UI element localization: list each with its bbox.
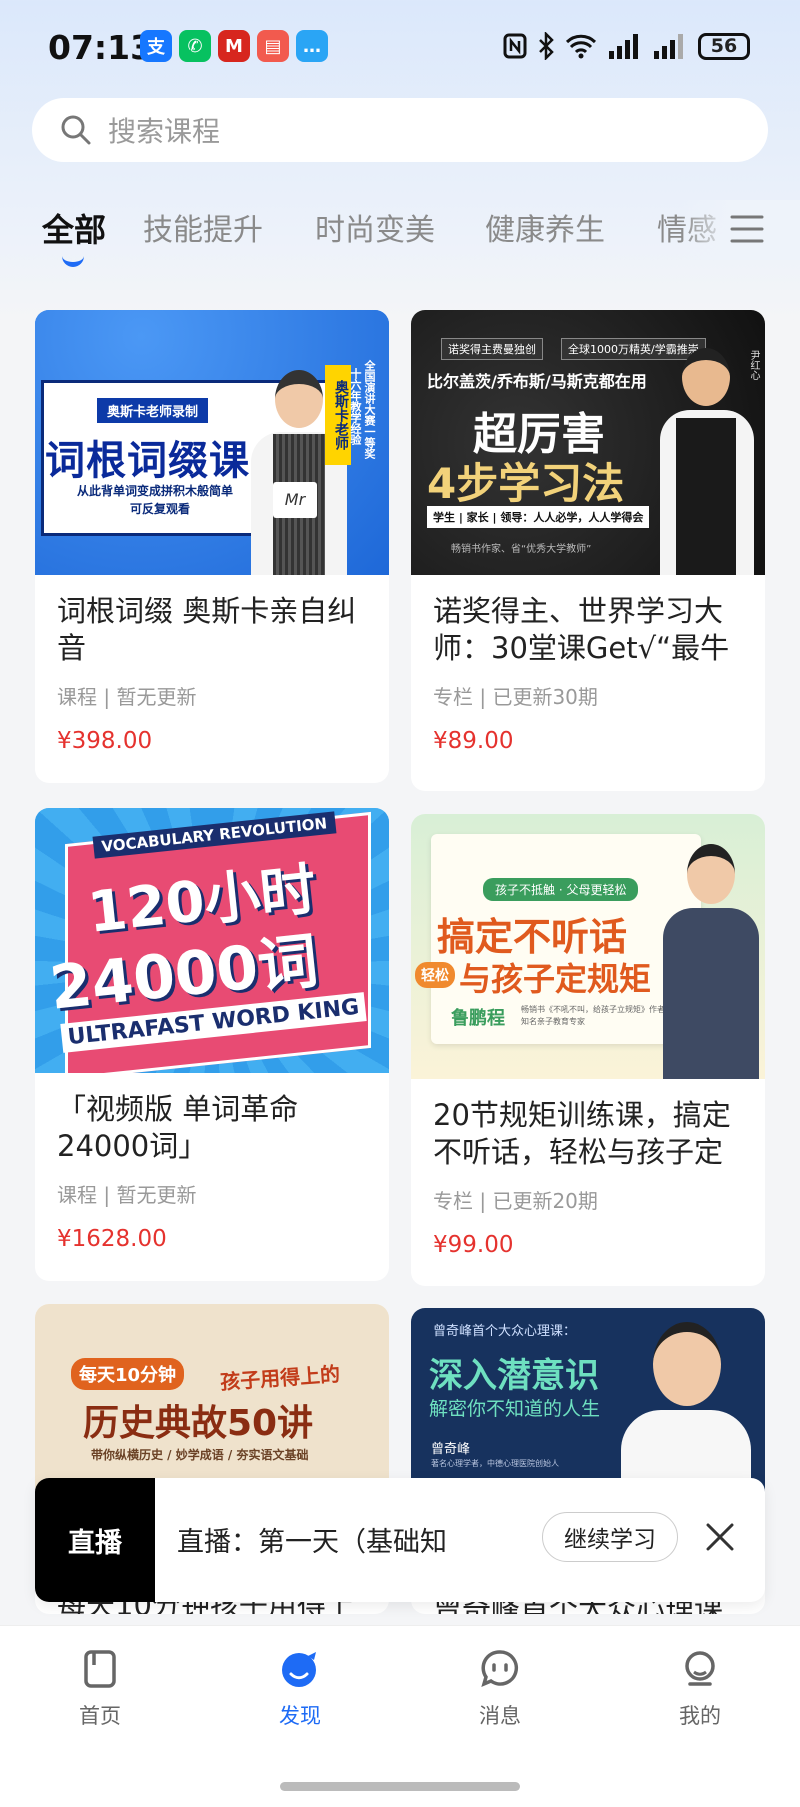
banner-top: 每天10分钟 <box>71 1358 185 1390</box>
course-price: ¥89.00 <box>433 728 514 754</box>
nav-label: 发现 <box>279 1704 321 1728</box>
bottom-nav: 首页 发现 消息 我的 <box>0 1625 800 1807</box>
search-bar[interactable]: 搜索课程 <box>32 98 768 162</box>
status-bar: 07:13 支 ✆ M ▤ … 56 <box>0 0 800 98</box>
wechat-icon: ✆ <box>179 30 211 62</box>
chat-app-icon: … <box>296 30 328 62</box>
banner-sub: 从此背单词变成拼积木般简单 <box>77 484 234 498</box>
live-mini-player[interactable]: 直播 直播：第一天（基础知 继续学习 <box>35 1478 765 1602</box>
banner-tag: 奥斯卡老师录制 <box>97 398 209 423</box>
nav-label: 消息 <box>479 1704 521 1728</box>
status-time: 07:13 <box>48 28 154 67</box>
nav-label: 我的 <box>679 1704 721 1728</box>
teacher-figure <box>656 348 756 575</box>
system-icons: 56 <box>503 32 750 60</box>
course-title: 诺奖得主、世界学习大师：30堂课Get√“最牛 <box>433 594 730 665</box>
course-meta: 课程 | 暂无更新 <box>57 685 197 709</box>
banner-sub: 解密你不知道的人生 <box>429 1398 601 1420</box>
course-card[interactable]: 奥斯卡老师录制 词根词缀课 从此背单词变成拼积木般简单 可反复观看 Mr 奥斯卡… <box>35 310 389 783</box>
discover-icon <box>282 1652 316 1687</box>
banner-badge: 轻松 <box>415 962 455 988</box>
course-card[interactable]: VOCABULARY REVOLUTION 120小时 24000词 ULTRA… <box>35 808 389 1281</box>
banner-teacher-name: 尹红心 <box>748 350 759 380</box>
course-title: 20节规矩训练课，搞定不听话，轻松与孩子定 <box>433 1098 731 1169</box>
search-placeholder: 搜索课程 <box>108 115 221 148</box>
metro-icon: M <box>218 30 250 62</box>
banner-top2: 孩子用得上的 <box>219 1361 341 1395</box>
banner-sub: 学生 | 家长 | 领导：人人必学，人人学得会 <box>427 506 650 528</box>
live-title: 直播：第一天（基础知 <box>177 1527 447 1558</box>
banner-tag1: 诺奖得主费曼独创 <box>441 338 543 360</box>
banner-desc: 著名心理学者，中德心理医院创始人 <box>431 1459 559 1468</box>
banner-top: 曾奇峰首个大众心理课： <box>433 1324 577 1339</box>
live-tag: 直播 <box>35 1478 155 1602</box>
nfc-icon <box>503 33 527 59</box>
banner-desc: 畅销书《不吼不叫，给孩子立规矩》作者 <box>521 1005 665 1014</box>
tab-beauty[interactable]: 时尚变美 <box>315 205 435 249</box>
close-icon[interactable] <box>703 1520 737 1554</box>
banner-tag: 孩子不抵触 · 父母更轻松 <box>483 878 639 901</box>
banner-sub2: 可反复观看 <box>130 502 191 516</box>
course-meta: 专栏 | 已更新30期 <box>433 685 598 709</box>
course-thumbnail: VOCABULARY REVOLUTION 120小时 24000词 ULTRA… <box>35 808 389 1073</box>
nav-discover[interactable]: 发现 <box>240 1648 360 1730</box>
banner-line1: 比尔盖茨/乔布斯/马斯克都在用 <box>427 372 647 391</box>
banner-main2: 4步学习法 <box>427 459 625 508</box>
menu-icon[interactable] <box>730 214 764 244</box>
course-meta: 专栏 | 已更新20期 <box>433 1189 598 1213</box>
nav-profile[interactable]: 我的 <box>640 1648 760 1730</box>
course-price: ¥1628.00 <box>57 1226 167 1252</box>
tab-skills[interactable]: 技能提升 <box>143 205 263 249</box>
banner-sub: 带你纵横历史 / 妙学成语 / 夯实语文基础 <box>91 1448 309 1462</box>
banner-teacher-name: 鲁鹏程 <box>451 1008 505 1029</box>
banner-author: 畅销书作家、省“优秀大学教师” <box>451 544 592 555</box>
banner-desc2: 知名亲子教育专家 <box>521 1017 585 1026</box>
banner-award2: 十六年教学经验 <box>349 368 362 445</box>
course-thumbnail: 孩子不抵触 · 父母更轻松 搞定不听话 轻松 与孩子定规矩 鲁鹏程 畅销书《不吼… <box>411 814 765 1079</box>
books-icon: ▤ <box>257 30 289 62</box>
banner-award: 全国演讲大赛一等奖 <box>363 360 376 459</box>
battery-indicator: 56 <box>698 32 750 60</box>
banner-teacher-name: 曾奇峰 <box>431 1442 471 1457</box>
banner-main2: 与孩子定规矩 <box>459 960 652 998</box>
signal-icon <box>609 34 638 59</box>
continue-learning-button[interactable]: 继续学习 <box>542 1512 678 1562</box>
course-meta: 课程 | 暂无更新 <box>57 1183 197 1207</box>
profile-icon <box>685 1651 715 1686</box>
nav-label: 首页 <box>79 1704 121 1728</box>
wifi-icon <box>565 34 597 59</box>
tab-all[interactable]: 全部 <box>42 205 106 251</box>
course-title: 词根词缀 奥斯卡亲自纠音 <box>57 594 357 665</box>
course-title: 「视频版 单词革命24000词」 <box>57 1092 299 1163</box>
search-icon <box>61 115 91 145</box>
notification-app-icons: 支 ✆ M ▤ … <box>140 30 328 62</box>
alipay-icon: 支 <box>140 30 172 62</box>
bluetooth-icon <box>539 32 554 60</box>
nav-messages[interactable]: 消息 <box>440 1648 560 1730</box>
signal-2-icon <box>654 34 683 59</box>
banner-main: 深入潜意识 <box>429 1356 599 1396</box>
course-thumbnail: 诺奖得主费曼独创 全球1000万精英/学霸推崇 比尔盖茨/乔布斯/马斯克都在用 … <box>411 310 765 575</box>
banner-main: 词根词缀课 <box>45 438 250 484</box>
banner-main1: 搞定不听话 <box>437 915 628 959</box>
course-card[interactable]: 诺奖得主费曼独创 全球1000万精英/学霸推崇 比尔盖茨/乔布斯/马斯克都在用 … <box>411 310 765 791</box>
course-price: ¥398.00 <box>57 728 153 754</box>
course-card[interactable]: 孩子不抵触 · 父母更轻松 搞定不听话 轻松 与孩子定规矩 鲁鹏程 畅销书《不吼… <box>411 814 765 1286</box>
banner-main: 历史典故50讲 <box>83 1403 314 1444</box>
course-price: ¥99.00 <box>433 1232 514 1258</box>
course-thumbnail: 奥斯卡老师录制 词根词缀课 从此背单词变成拼积木般简单 可反复观看 Mr 奥斯卡… <box>35 310 389 575</box>
tab-health[interactable]: 健康养生 <box>485 205 605 249</box>
message-icon <box>481 1650 519 1688</box>
teacher-figure <box>661 844 761 1079</box>
nav-home[interactable]: 首页 <box>40 1648 160 1730</box>
home-indicator[interactable] <box>280 1782 520 1791</box>
home-icon <box>84 1650 116 1688</box>
